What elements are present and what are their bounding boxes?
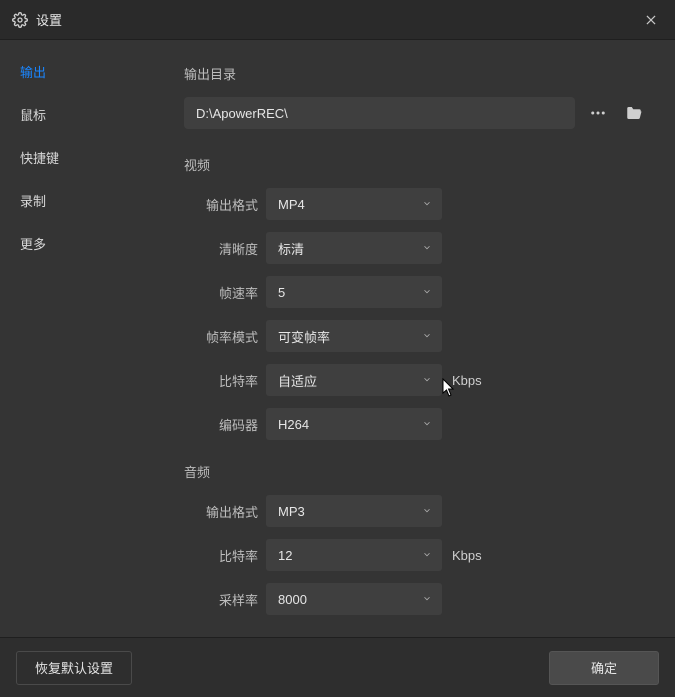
chevron-down-icon <box>422 417 432 432</box>
label-audio-bitrate: 比特率 <box>184 546 258 565</box>
select-value: 可变帧率 <box>278 327 330 346</box>
output-dir-row <box>184 97 647 129</box>
output-dir-input[interactable] <box>184 97 575 129</box>
label-video-bitrate: 比特率 <box>184 371 258 390</box>
chevron-down-icon <box>422 285 432 300</box>
chevron-down-icon <box>422 329 432 344</box>
select-video-format[interactable]: MP4 <box>266 188 442 220</box>
select-value: MP4 <box>278 197 305 212</box>
label-audio-format: 输出格式 <box>184 502 258 521</box>
restore-defaults-button[interactable]: 恢复默认设置 <box>16 651 132 685</box>
sidebar-item-mouse[interactable]: 鼠标 <box>0 93 160 136</box>
unit-video-bitrate: Kbps <box>452 373 482 388</box>
label-video-format: 输出格式 <box>184 195 258 214</box>
select-video-fps[interactable]: 5 <box>266 276 442 308</box>
main-panel: 输出目录 视频 输出格式 MP4 <box>160 40 675 637</box>
row-video-format: 输出格式 MP4 <box>184 188 647 220</box>
sidebar-item-record[interactable]: 录制 <box>0 179 160 222</box>
unit-audio-bitrate: Kbps <box>452 548 482 563</box>
sidebar-item-more[interactable]: 更多 <box>0 222 160 265</box>
label-video-quality: 清晰度 <box>184 239 258 258</box>
sidebar-item-output[interactable]: 输出 <box>0 50 160 93</box>
select-audio-samplerate[interactable]: 8000 <box>266 583 442 615</box>
select-video-fpsmode[interactable]: 可变帧率 <box>266 320 442 352</box>
row-audio-bitrate: 比特率 12 Kbps <box>184 539 647 571</box>
select-value: 标清 <box>278 239 304 258</box>
folder-icon <box>625 104 643 122</box>
chevron-down-icon <box>422 548 432 563</box>
window-title: 设置 <box>36 10 639 29</box>
select-audio-bitrate[interactable]: 12 <box>266 539 442 571</box>
sidebar: 输出 鼠标 快捷键 录制 更多 <box>0 40 160 637</box>
footer: 恢复默认设置 确定 <box>0 637 675 697</box>
row-video-fps: 帧速率 5 <box>184 276 647 308</box>
more-icon <box>589 104 607 122</box>
open-dir-button[interactable] <box>585 100 611 126</box>
label-video-encoder: 编码器 <box>184 415 258 434</box>
select-video-quality[interactable]: 标清 <box>266 232 442 264</box>
select-video-encoder[interactable]: H264 <box>266 408 442 440</box>
row-video-fpsmode: 帧率模式 可变帧率 <box>184 320 647 352</box>
select-value: 5 <box>278 285 285 300</box>
browse-dir-button[interactable] <box>621 100 647 126</box>
row-video-bitrate: 比特率 自适应 Kbps <box>184 364 647 396</box>
section-title-video: 视频 <box>184 155 647 174</box>
chevron-down-icon <box>422 373 432 388</box>
select-value: MP3 <box>278 504 305 519</box>
sidebar-item-hotkey[interactable]: 快捷键 <box>0 136 160 179</box>
gear-icon <box>12 12 28 28</box>
select-audio-format[interactable]: MP3 <box>266 495 442 527</box>
close-button[interactable] <box>639 8 663 32</box>
label-audio-samplerate: 采样率 <box>184 590 258 609</box>
chevron-down-icon <box>422 241 432 256</box>
label-video-fps: 帧速率 <box>184 283 258 302</box>
select-value: 8000 <box>278 592 307 607</box>
close-icon <box>644 13 658 27</box>
body: 输出 鼠标 快捷键 录制 更多 输出目录 视频 输出格式 <box>0 40 675 637</box>
row-audio-samplerate: 采样率 8000 <box>184 583 647 615</box>
row-video-quality: 清晰度 标清 <box>184 232 647 264</box>
row-video-encoder: 编码器 H264 <box>184 408 647 440</box>
chevron-down-icon <box>422 504 432 519</box>
select-value: 12 <box>278 548 292 563</box>
select-value: 自适应 <box>278 371 317 390</box>
row-audio-format: 输出格式 MP3 <box>184 495 647 527</box>
titlebar: 设置 <box>0 0 675 40</box>
section-title-audio: 音频 <box>184 462 647 481</box>
ok-button[interactable]: 确定 <box>549 651 659 685</box>
label-video-fpsmode: 帧率模式 <box>184 327 258 346</box>
chevron-down-icon <box>422 592 432 607</box>
select-video-bitrate[interactable]: 自适应 <box>266 364 442 396</box>
section-title-output-dir: 输出目录 <box>184 64 647 83</box>
select-value: H264 <box>278 417 309 432</box>
chevron-down-icon <box>422 197 432 212</box>
